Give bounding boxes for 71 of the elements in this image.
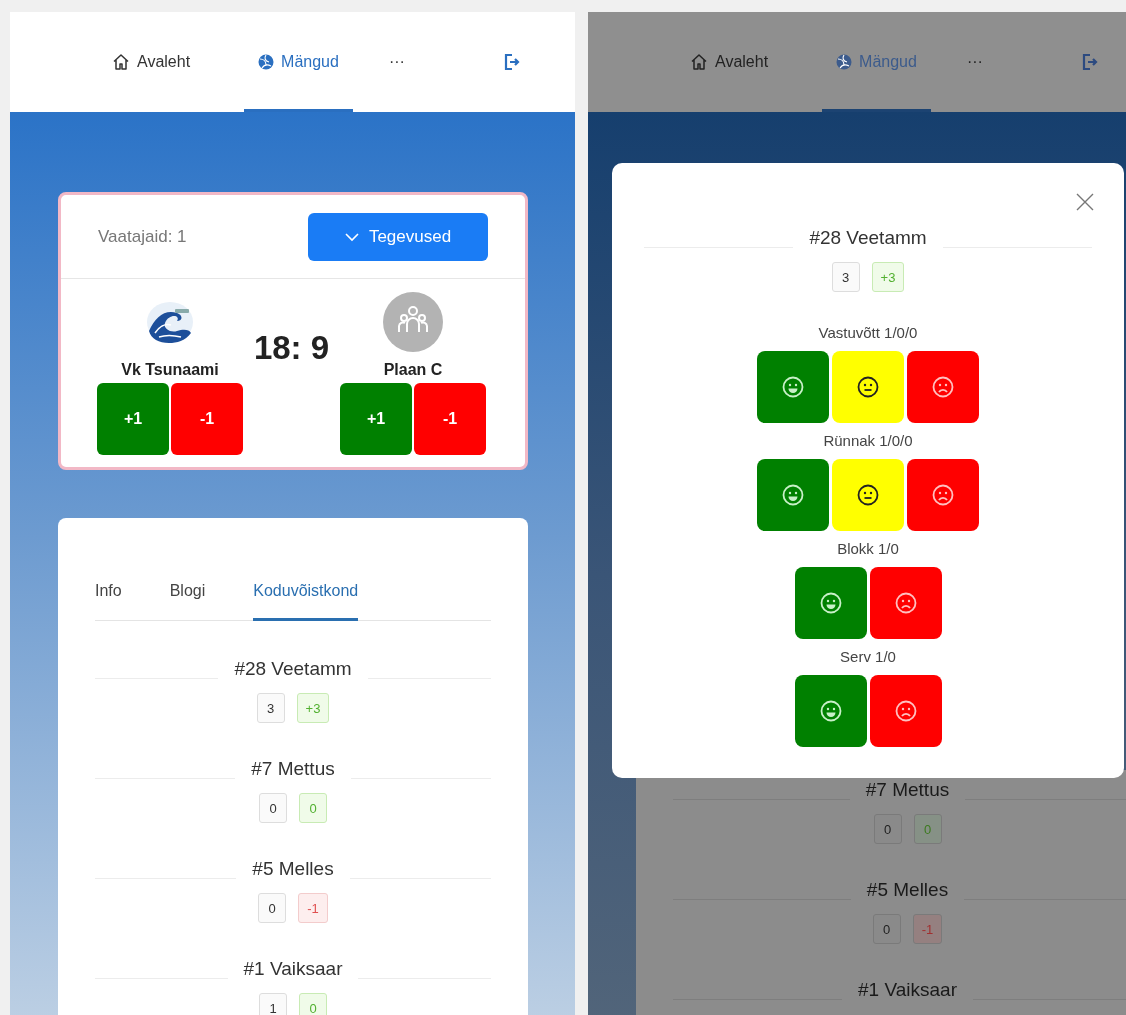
rating-button[interactable] <box>869 675 942 747</box>
tab[interactable]: Koduvõistkond <box>253 568 359 621</box>
tab[interactable]: Info <box>95 568 122 621</box>
sad-face-icon <box>932 376 954 398</box>
neutral-face-icon <box>857 484 879 506</box>
logout-icon <box>502 53 521 71</box>
remove-point-button[interactable]: -1 <box>414 383 486 455</box>
player-name: #5 Melles <box>865 878 950 902</box>
points-badge: 0 <box>872 914 901 944</box>
points-badge: 0 <box>258 893 287 923</box>
points-badge: 3 <box>256 693 285 723</box>
points-badge: 1 <box>259 993 287 1015</box>
score-change-badge: +3 <box>296 693 330 723</box>
match-score: 18: 9 <box>252 329 331 367</box>
rating-button[interactable] <box>832 351 904 423</box>
rating-button[interactable] <box>794 675 867 747</box>
tab[interactable]: Blogi <box>169 568 206 621</box>
ball-icon <box>836 54 853 70</box>
close-icon <box>1076 193 1094 211</box>
smiley-icon <box>819 700 842 722</box>
score-change-badge: 0 <box>299 993 327 1015</box>
team-name: Plaan C <box>383 361 443 379</box>
actions-button[interactable]: Tegevused <box>308 213 488 261</box>
skill-label: Serv 1/0 <box>840 648 896 666</box>
score-change-badge: -1 <box>912 914 943 944</box>
logout-icon <box>1080 53 1099 71</box>
team-name: Vk Tsunaami <box>121 361 219 379</box>
group-icon <box>383 292 443 352</box>
score-change-badge: +3 <box>871 262 905 292</box>
player-name: #7 Mettus <box>250 757 336 781</box>
sad-face-icon <box>932 484 954 506</box>
player-name: #1 Vaiksaar <box>242 957 344 981</box>
points-badge: 0 <box>259 793 287 823</box>
score-change-badge: 0 <box>299 793 327 823</box>
ball-icon <box>258 54 275 70</box>
skill-label: Blokk 1/0 <box>837 540 899 558</box>
smiley-icon <box>782 376 804 398</box>
home-icon <box>690 53 708 71</box>
rating-button[interactable] <box>869 567 942 639</box>
viewer-count: Vaatajaid: 1 <box>98 227 187 247</box>
player-name: #1 Vaiksaar <box>857 978 958 1002</box>
remove-point-button[interactable]: -1 <box>171 383 243 455</box>
sad-face-icon <box>894 700 917 722</box>
add-point-button[interactable]: +1 <box>340 383 412 455</box>
player-name: #28 Veetamm <box>233 657 353 681</box>
nav-item[interactable]: ··· <box>956 12 993 112</box>
score-change-badge: -1 <box>298 893 328 923</box>
rating-button[interactable] <box>794 567 867 639</box>
add-point-button[interactable]: +1 <box>97 383 169 455</box>
points-badge: 3 <box>831 262 860 292</box>
rating-button[interactable] <box>757 459 829 531</box>
score-change-badge: 0 <box>913 814 942 844</box>
sad-face-icon <box>894 592 917 614</box>
player-name: #5 Melles <box>251 857 335 881</box>
smiley-icon <box>782 484 804 506</box>
home-icon <box>112 53 130 71</box>
close-button[interactable] <box>1076 193 1094 211</box>
skill-label: Vastuvõtt 1/0/0 <box>818 324 918 342</box>
wave-logo <box>145 301 195 343</box>
smiley-icon <box>819 592 842 614</box>
points-badge: 0 <box>873 814 902 844</box>
player-name: #28 Veetamm <box>808 226 928 250</box>
player-name: #7 Mettus <box>864 778 951 802</box>
nav-item[interactable]: Avaleht <box>676 12 783 112</box>
rating-button[interactable] <box>757 351 829 423</box>
neutral-face-icon <box>857 376 879 398</box>
chevron-down-icon <box>344 232 359 242</box>
nav-item[interactable]: Avaleht <box>98 12 205 112</box>
skill-label: Rünnak 1/0/0 <box>823 432 913 450</box>
rating-button[interactable] <box>832 459 904 531</box>
nav-item[interactable]: ··· <box>378 12 415 112</box>
